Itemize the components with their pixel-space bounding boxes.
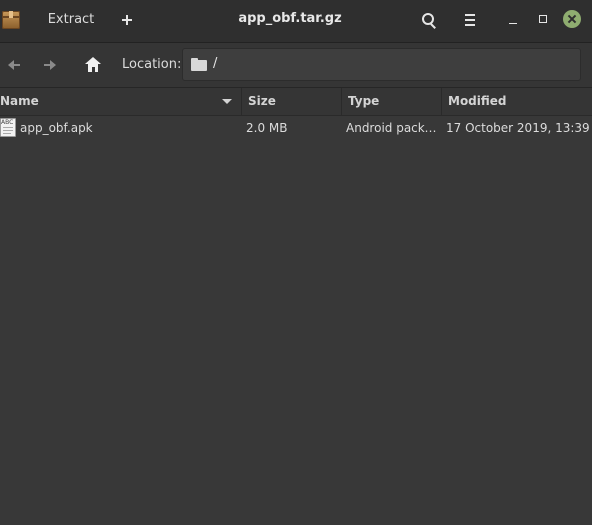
minimize-button[interactable] xyxy=(502,8,524,30)
column-header-name[interactable]: Name xyxy=(0,88,242,115)
forward-button[interactable] xyxy=(38,53,62,77)
maximize-button[interactable] xyxy=(532,8,554,30)
column-name-label: Name xyxy=(0,94,39,108)
folder-icon xyxy=(191,58,207,71)
file-list: ABC app_obf.apk 2.0 MB Android packa... … xyxy=(0,116,592,525)
column-header-modified[interactable]: Modified xyxy=(442,88,592,115)
location-path: / xyxy=(213,56,218,71)
column-header-row: Name Size Type Modified xyxy=(0,88,592,116)
menu-button[interactable] xyxy=(456,6,484,34)
arrow-right-icon xyxy=(50,60,56,70)
location-label: Location: xyxy=(122,57,182,72)
file-type: Android packa... xyxy=(346,121,438,135)
location-field[interactable]: / xyxy=(182,48,581,81)
column-header-size[interactable]: Size xyxy=(242,88,342,115)
archive-app-icon xyxy=(2,11,20,29)
file-size: 2.0 MB xyxy=(246,121,288,135)
hamburger-icon xyxy=(465,14,475,16)
sort-descending-icon xyxy=(222,99,232,104)
column-type-label: Type xyxy=(348,94,380,108)
header-bar: Extract app_obf.tar.gz xyxy=(0,0,592,43)
file-name: app_obf.apk xyxy=(20,121,93,135)
search-button[interactable] xyxy=(414,6,442,34)
location-toolbar: Location: / xyxy=(0,43,592,88)
home-button[interactable] xyxy=(80,53,106,77)
text-file-icon: ABC xyxy=(0,118,16,137)
back-button[interactable] xyxy=(2,53,26,77)
column-size-label: Size xyxy=(248,94,276,108)
close-button[interactable] xyxy=(563,10,581,28)
archive-manager-window: Extract app_obf.tar.gz Location: / Name … xyxy=(0,0,592,525)
add-files-button[interactable] xyxy=(114,6,140,34)
column-header-type[interactable]: Type xyxy=(342,88,442,115)
file-row[interactable]: ABC app_obf.apk 2.0 MB Android packa... … xyxy=(0,116,592,141)
column-modified-label: Modified xyxy=(448,94,507,108)
extract-button[interactable]: Extract xyxy=(39,6,103,34)
window-title: app_obf.tar.gz xyxy=(238,11,342,26)
home-icon xyxy=(85,57,101,64)
file-modified: 17 October 2019, 13:39 xyxy=(446,121,590,135)
